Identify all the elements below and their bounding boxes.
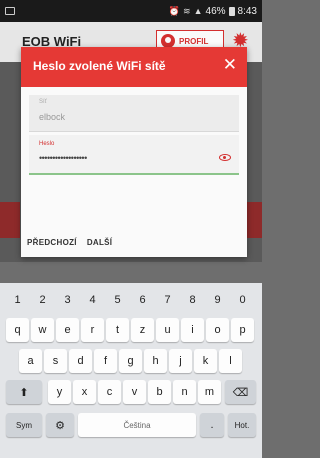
key-5[interactable]: 5 (106, 288, 129, 312)
key-i[interactable]: i (181, 318, 204, 342)
number-row: 1 2 3 4 5 6 7 8 9 0 (0, 288, 262, 314)
sym-key[interactable]: Sym (6, 413, 42, 437)
dialog-actions: PŘEDCHOZÍ DALŠÍ (27, 238, 112, 247)
clock: 8:43 (237, 5, 257, 17)
done-key[interactable]: Hot. (228, 413, 256, 437)
profile-label: PROFIL (179, 36, 209, 46)
password-label: Heslo (39, 141, 55, 147)
key-x[interactable]: x (73, 380, 96, 404)
shift-icon: ⬆ (19, 386, 29, 399)
key-u[interactable]: u (156, 318, 179, 342)
ssid-value: elbock (39, 112, 66, 122)
dialog-header: Heslo zvolené WiFi sítě ✕ (21, 47, 247, 87)
letter-row-3: ⬆ y x c v b n m ⌫ (0, 380, 262, 406)
key-c[interactable]: c (98, 380, 121, 404)
key-f[interactable]: f (94, 349, 117, 373)
key-t[interactable]: t (106, 318, 129, 342)
key-s[interactable]: s (44, 349, 67, 373)
gear-icon: ⚙ (55, 419, 65, 432)
backspace-icon: ⌫ (232, 386, 249, 399)
key-m[interactable]: m (198, 380, 221, 404)
key-8[interactable]: 8 (181, 288, 204, 312)
key-z[interactable]: z (131, 318, 154, 342)
key-q[interactable]: q (6, 318, 29, 342)
key-w[interactable]: w (31, 318, 54, 342)
user-icon (161, 34, 175, 48)
bottom-row: Sym ⚙ Čeština . Hot. (0, 413, 262, 439)
key-o[interactable]: o (206, 318, 229, 342)
key-j[interactable]: j (169, 349, 192, 373)
period-key[interactable]: . (200, 413, 224, 437)
signal-icon: ▲ (193, 6, 203, 16)
battery-icon (228, 6, 235, 16)
key-n[interactable]: n (173, 380, 196, 404)
key-r[interactable]: r (81, 318, 104, 342)
key-y[interactable]: y (48, 380, 71, 404)
key-h[interactable]: h (144, 349, 167, 373)
password-field[interactable]: Heslo •••••••••••••••••• (29, 135, 239, 175)
key-1[interactable]: 1 (6, 288, 29, 312)
previous-button[interactable]: PŘEDCHOZÍ (27, 238, 77, 247)
letter-row-1: q w e r t z u i o p (0, 318, 262, 344)
shift-key[interactable]: ⬆ (6, 380, 42, 404)
eye-icon[interactable] (219, 154, 231, 161)
close-icon[interactable]: ✕ (223, 56, 237, 73)
onscreen-keyboard: 1 2 3 4 5 6 7 8 9 0 q w e r t z u i o p … (0, 283, 262, 458)
ssid-label: Síť (39, 99, 47, 105)
key-7[interactable]: 7 (156, 288, 179, 312)
key-p[interactable]: p (231, 318, 254, 342)
key-v[interactable]: v (123, 380, 146, 404)
password-value[interactable]: •••••••••••••••••• (39, 153, 87, 163)
gallery-notification-icon (5, 7, 15, 15)
letter-row-2: a s d f g h j k l (0, 349, 262, 375)
key-b[interactable]: b (148, 380, 171, 404)
dialog-title: Heslo zvolené WiFi sítě (33, 59, 166, 73)
key-4[interactable]: 4 (81, 288, 104, 312)
key-a[interactable]: a (19, 349, 42, 373)
key-e[interactable]: e (56, 318, 79, 342)
status-bar: ⏰ ≋ ▲ 46% 8:43 (0, 0, 262, 22)
backspace-key[interactable]: ⌫ (225, 380, 256, 404)
key-3[interactable]: 3 (56, 288, 79, 312)
battery-percent: 46% (205, 5, 226, 17)
key-0[interactable]: 0 (231, 288, 254, 312)
ssid-field: Síť elbock (29, 95, 239, 132)
key-2[interactable]: 2 (31, 288, 54, 312)
settings-key[interactable]: ⚙ (46, 413, 74, 437)
next-button[interactable]: DALŠÍ (87, 238, 113, 247)
wifi-password-dialog: Heslo zvolené WiFi sítě ✕ Síť elbock Hes… (21, 47, 247, 257)
alarm-icon: ⏰ (168, 5, 181, 16)
key-k[interactable]: k (194, 349, 217, 373)
wifi-icon: ≋ (183, 5, 191, 16)
space-key[interactable]: Čeština (78, 413, 196, 437)
key-d[interactable]: d (69, 349, 92, 373)
key-l[interactable]: l (219, 349, 242, 373)
key-9[interactable]: 9 (206, 288, 229, 312)
key-6[interactable]: 6 (131, 288, 154, 312)
key-g[interactable]: g (119, 349, 142, 373)
